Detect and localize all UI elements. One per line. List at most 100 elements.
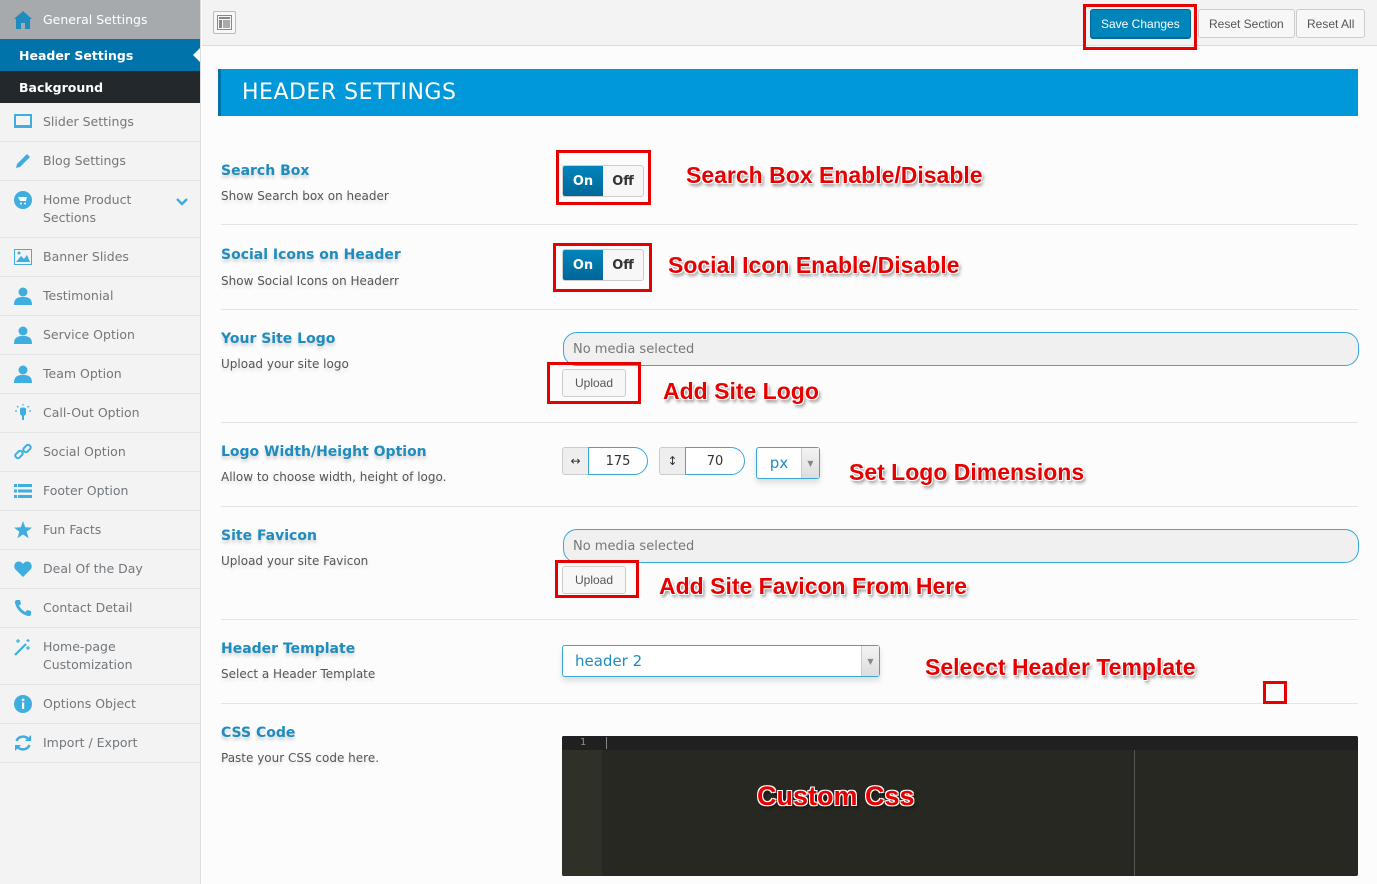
sidebar-item-label: Header Settings xyxy=(19,47,134,63)
logo-height-group: ↕ 70 xyxy=(659,447,745,475)
sidebar-item-label: General Settings xyxy=(43,12,148,27)
logo-height-input[interactable]: 70 xyxy=(685,447,745,475)
sidebar-subitem-header-settings[interactable]: Header Settings xyxy=(0,39,200,71)
sidebar-item-home-page-customization[interactable]: Home-page Customization xyxy=(0,628,200,685)
layout-icon xyxy=(217,15,232,30)
field-description: Paste your CSS code here. xyxy=(221,751,380,765)
sidebar-item-footer-option[interactable]: Footer Option xyxy=(0,472,200,511)
reset-all-button[interactable]: Reset All xyxy=(1296,9,1366,38)
sidebar-item-social-option[interactable]: Social Option xyxy=(0,433,200,472)
field-description: Show Search box on header xyxy=(221,189,389,203)
header-template-select[interactable]: header 2 ▼ xyxy=(562,645,880,677)
sidebar-item-label: Home Product Sections xyxy=(43,192,132,225)
sidebar-item-import-export[interactable]: Import / Export xyxy=(0,724,200,763)
reset-section-button[interactable]: Reset Section xyxy=(1198,9,1295,38)
sidebar-item-label: Background xyxy=(19,79,104,95)
refresh-icon xyxy=(13,734,33,752)
field-description: Select a Header Template xyxy=(221,667,376,681)
field-title: Social Icons on Header xyxy=(221,247,401,263)
cart-icon xyxy=(13,191,33,209)
selected-unit: px xyxy=(769,454,789,472)
pencil-icon xyxy=(13,152,33,170)
sidebar-item-label: Options Object xyxy=(43,696,136,711)
sidebar-item-testimonial[interactable]: Testimonial xyxy=(0,277,200,316)
chevron-down-icon[interactable] xyxy=(176,193,188,211)
sidebar-item-label: Team Option xyxy=(43,366,122,381)
sidebar-item-options-object[interactable]: Options Object xyxy=(0,685,200,724)
options-sidebar: General Settings Header Settings Backgro… xyxy=(0,0,201,884)
sidebar-item-general-settings[interactable]: General Settings xyxy=(0,0,200,39)
sidebar-item-label: Service Option xyxy=(43,327,135,342)
dropdown-arrow-icon: ▼ xyxy=(801,448,819,478)
lightbulb-icon xyxy=(13,404,33,422)
logo-width-group: ↔ 175 xyxy=(562,447,648,475)
sidebar-item-label: Import / Export xyxy=(43,735,138,750)
sidebar-item-label: Deal Of the Day xyxy=(43,561,143,576)
field-description: Allow to choose width, height of logo. xyxy=(221,470,447,484)
sidebar-item-label: Blog Settings xyxy=(43,153,126,168)
field-row-site-logo: Your Site Logo Upload your site logo xyxy=(221,310,1358,423)
dropdown-arrow-icon: ▼ xyxy=(861,646,879,676)
toggle-layout-button[interactable] xyxy=(213,11,236,34)
home-icon xyxy=(13,10,33,30)
user-icon xyxy=(13,365,33,383)
section-title: HEADER SETTINGS xyxy=(218,69,1358,116)
annotation-box-logo-upload xyxy=(547,362,641,404)
field-title: Logo Width/Height Option xyxy=(221,444,427,460)
image-icon xyxy=(13,248,33,266)
editor-cursor xyxy=(606,737,607,749)
theme-options-page: General Settings Header Settings Backgro… xyxy=(0,0,1377,884)
sidebar-item-service-option[interactable]: Service Option xyxy=(0,316,200,355)
sidebar-item-team-option[interactable]: Team Option xyxy=(0,355,200,394)
field-title: CSS Code xyxy=(221,725,296,741)
sidebar-item-label: Home-page Customization xyxy=(43,639,133,672)
options-toolbar: Save Changes Reset Section Reset All xyxy=(202,0,1377,46)
user-icon xyxy=(13,287,33,305)
sidebar-item-label: Footer Option xyxy=(43,483,129,498)
logo-width-input[interactable]: 175 xyxy=(588,447,648,475)
sidebar-item-label: Banner Slides xyxy=(43,249,129,264)
sidebar-item-home-product-sections[interactable]: Home Product Sections xyxy=(0,181,200,238)
annotation-favicon: Add Site Favicon From Here xyxy=(659,573,968,599)
annotation-box-favicon-upload xyxy=(555,560,639,598)
favicon-media-input[interactable]: No media selected xyxy=(563,529,1359,563)
selected-template: header 2 xyxy=(575,652,643,670)
sidebar-item-fun-facts[interactable]: Fun Facts xyxy=(0,511,200,550)
sidebar-item-banner-slides[interactable]: Banner Slides xyxy=(0,238,200,277)
sidebar-item-blog-settings[interactable]: Blog Settings xyxy=(0,142,200,181)
list-icon xyxy=(13,482,33,500)
info-icon xyxy=(13,695,33,713)
annotation-box-search-toggle xyxy=(556,150,651,205)
logo-unit-select[interactable]: px ▼ xyxy=(756,447,820,479)
user-icon xyxy=(13,326,33,344)
sidebar-item-label: Slider Settings xyxy=(43,114,134,129)
field-description: Upload your site Favicon xyxy=(221,554,369,568)
sidebar-item-slider-settings[interactable]: Slider Settings xyxy=(0,103,200,142)
annotation-box-small xyxy=(1263,681,1287,704)
editor-print-margin xyxy=(1134,750,1135,876)
monitor-icon xyxy=(13,113,33,131)
editor-gutter xyxy=(562,736,602,876)
field-description: Upload your site logo xyxy=(221,357,349,371)
horizontal-arrows-icon: ↔ xyxy=(562,447,588,475)
sidebar-item-label: Call-Out Option xyxy=(43,405,140,420)
css-code-editor[interactable]: 1 xyxy=(562,736,1358,876)
annotation-social-icons: Social Icon Enable/Disable xyxy=(668,252,960,278)
sidebar-item-label: Testimonial xyxy=(43,288,114,303)
sidebar-item-deal-of-the-day[interactable]: Deal Of the Day xyxy=(0,550,200,589)
sidebar-subitem-background[interactable]: Background xyxy=(0,71,200,103)
star-icon xyxy=(13,521,33,539)
site-logo-media-input[interactable]: No media selected xyxy=(563,332,1359,366)
editor-active-line xyxy=(562,736,1358,750)
field-title: Site Favicon xyxy=(221,528,317,544)
sidebar-item-contact-detail[interactable]: Contact Detail xyxy=(0,589,200,628)
field-title: Search Box xyxy=(221,163,310,179)
sidebar-item-label: Contact Detail xyxy=(43,600,133,615)
annotation-search-box: Search Box Enable/Disable xyxy=(686,162,983,188)
link-icon xyxy=(13,443,33,461)
vertical-arrows-icon: ↕ xyxy=(659,447,685,475)
magic-wand-icon xyxy=(13,638,33,656)
annotation-site-logo: Add Site Logo xyxy=(663,378,819,404)
sidebar-item-call-out-option[interactable]: Call-Out Option xyxy=(0,394,200,433)
annotation-logo-dimensions: Set Logo Dimensions xyxy=(849,459,1085,485)
